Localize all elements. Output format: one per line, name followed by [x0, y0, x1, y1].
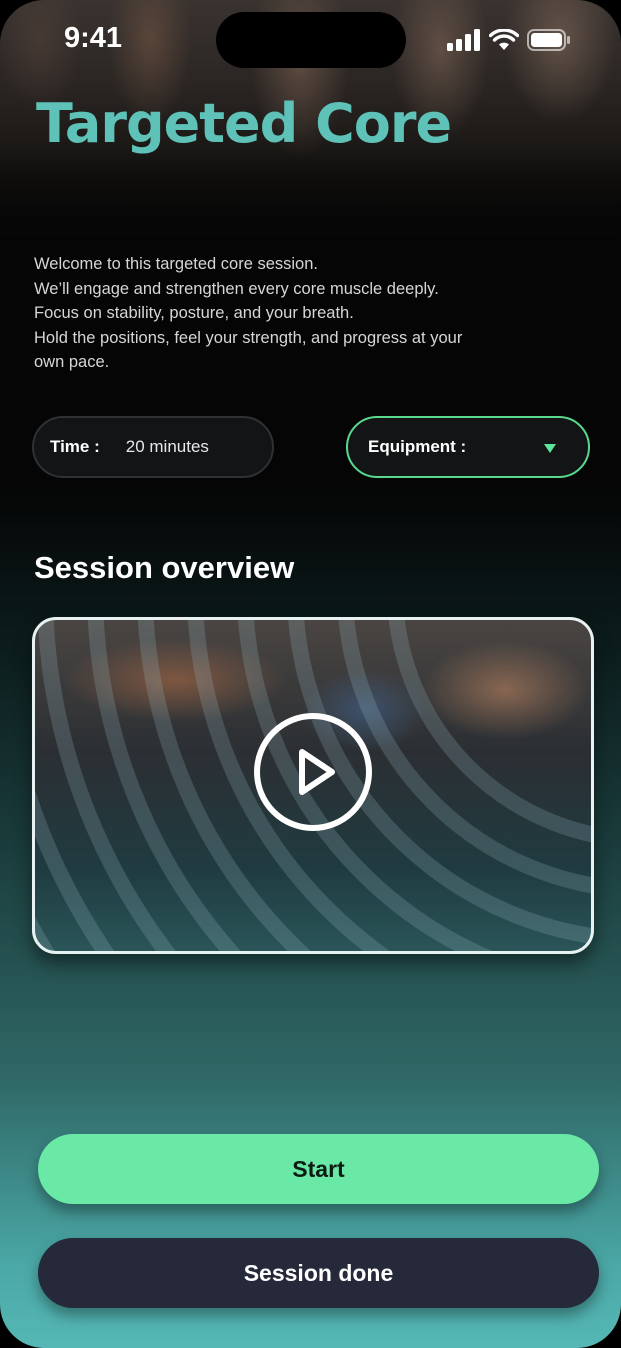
cellular-signal-icon [447, 29, 480, 51]
section-title-overview: Session overview [34, 550, 295, 585]
intro-line: We’ll engage and strengthen every core m… [34, 279, 439, 298]
battery-icon [527, 29, 570, 51]
intro-line: Focus on stability, posture, and your br… [34, 304, 354, 322]
chevron-down-icon[interactable] [544, 444, 556, 453]
time-value: 20 minutes [125, 437, 209, 456]
intro-line: Welcome to this targeted core session. [34, 255, 318, 273]
equipment-dropdown[interactable]: Equipment : [346, 416, 590, 478]
session-video[interactable] [32, 617, 594, 954]
status-bar: 9:41 [0, 0, 621, 80]
hero-fade [0, 150, 621, 250]
session-done-button[interactable]: Session done [38, 1238, 599, 1308]
wifi-icon [489, 29, 519, 50]
intro-line: Hold the positions, feel your strength, … [34, 328, 463, 347]
status-time: 9:41 [64, 22, 123, 54]
dynamic-island [216, 12, 406, 68]
time-label: Time : [50, 437, 100, 456]
intro-line: own pace. [34, 353, 110, 371]
app-screen: 9:41 Targeted Core Welcome to this targe… [0, 0, 621, 1348]
status-icons [447, 28, 571, 52]
time-selector[interactable]: Time : 20 minutes [32, 416, 274, 478]
intro-text: Welcome to this targeted core session. W… [34, 252, 574, 375]
equipment-label: Equipment : [368, 437, 467, 456]
play-icon [299, 749, 335, 795]
start-button[interactable]: Start [38, 1134, 599, 1204]
play-button[interactable] [254, 713, 372, 831]
page-title: Targeted Core [36, 92, 452, 155]
